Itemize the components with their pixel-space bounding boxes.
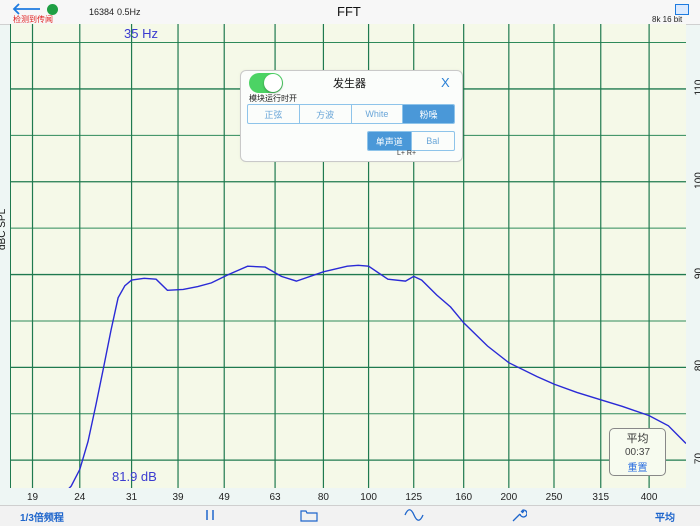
waveform-pink[interactable]: 粉噪: [403, 105, 454, 123]
channel-mono[interactable]: 单声道: [368, 132, 412, 150]
sample-info: 8k 16 bit: [652, 15, 682, 24]
waveform-selector: 正弦 方波 White 粉噪: [247, 104, 455, 124]
average-time: 00:37: [610, 447, 665, 458]
average-title: 平均: [610, 430, 665, 446]
channel-bal[interactable]: Bal: [412, 132, 455, 150]
top-bar: 检测到传闻 16384 0.5Hz FFT 8k 16 bit: [0, 0, 700, 25]
x-tick-label: 39: [163, 492, 193, 503]
fft-size: 16384: [89, 7, 114, 17]
x-tick-label: 100: [354, 492, 384, 503]
waveform-sine[interactable]: 正弦: [248, 105, 300, 123]
image-icon[interactable]: [675, 4, 689, 15]
x-tick-label: 31: [117, 492, 147, 503]
fft-resolution: 0.5Hz: [117, 7, 141, 17]
x-tick-label: 19: [18, 492, 48, 503]
frequency-readout: 35 Hz: [124, 26, 158, 41]
x-tick-label: 125: [399, 492, 429, 503]
y-tick-label: 110: [694, 75, 700, 99]
average-button[interactable]: 平均: [655, 509, 675, 524]
level-readout: 81.9 dB: [112, 469, 157, 484]
pause-icon[interactable]: [204, 509, 216, 521]
x-tick-label: 80: [308, 492, 338, 503]
x-tick-label: 49: [209, 492, 239, 503]
y-tick-label: 90: [694, 261, 700, 285]
x-tick-label: 24: [65, 492, 95, 503]
y-tick-label: 70: [694, 447, 700, 471]
third-octave-button[interactable]: 1/3倍频程: [20, 509, 64, 524]
x-tick-label: 315: [586, 492, 616, 503]
x-tick-label: 200: [494, 492, 524, 503]
bottom-toolbar: [0, 505, 700, 526]
waveform-square[interactable]: 方波: [300, 105, 352, 123]
close-button[interactable]: X: [441, 75, 450, 90]
module-toggle[interactable]: [249, 73, 283, 93]
toggle-knob: [264, 74, 282, 92]
folder-icon[interactable]: [300, 508, 318, 522]
generator-panel: 发生器 X 模块运行时开 正弦 方波 White 粉噪 单声道 Bal L+ R…: [240, 70, 463, 162]
toggle-label: 模块运行时开: [249, 93, 297, 104]
reset-button[interactable]: 重置: [610, 459, 665, 474]
wrench-icon[interactable]: [511, 507, 527, 523]
y-tick-label: 100: [694, 168, 700, 192]
x-tick-label: 160: [449, 492, 479, 503]
channel-sublabels: L+ R+: [397, 150, 416, 157]
x-tick-label: 250: [539, 492, 569, 503]
y-axis-label: dBC SPL: [0, 209, 8, 250]
sine-wave-icon[interactable]: [404, 509, 424, 521]
y-tick-label: 80: [694, 354, 700, 378]
average-box[interactable]: 平均 00:37 重置: [609, 428, 666, 476]
x-tick-label: 63: [260, 492, 290, 503]
spectrum-line: [10, 265, 686, 488]
generator-title: 发生器: [333, 75, 366, 91]
waveform-white[interactable]: White: [352, 105, 404, 123]
page-title: FFT: [337, 4, 361, 19]
channel-selector: 单声道 Bal: [367, 131, 455, 151]
x-tick-label: 400: [634, 492, 664, 503]
status-dot: [47, 4, 58, 15]
